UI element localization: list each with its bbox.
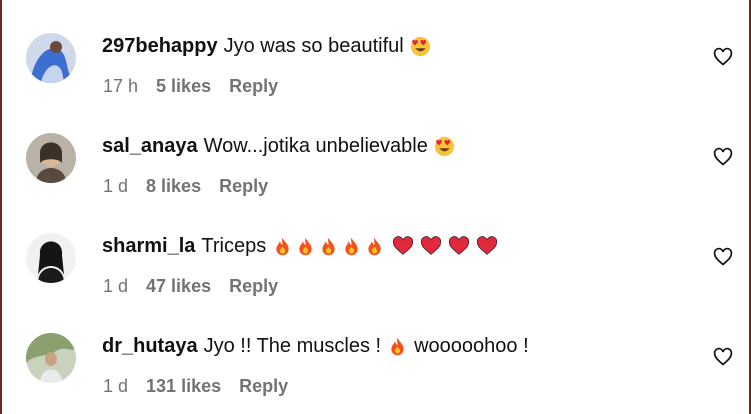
heart-eyes-icon [434,136,455,157]
likes-count[interactable]: 47 likes [146,276,211,297]
heart-outline-icon[interactable] [713,147,733,167]
reply-button[interactable]: Reply [229,76,278,97]
fire-icon [318,236,339,257]
timestamp: 17 h [103,76,139,96]
timestamp: 1 d [103,376,129,396]
avatar[interactable] [26,133,76,183]
fire-icon [295,236,316,257]
heart-outline-icon[interactable] [713,47,733,67]
likes-count[interactable]: 131 likes [146,376,221,397]
username[interactable]: 297behappy [102,35,218,58]
fire-icon [387,336,408,357]
comment-line: sal_anaya Wow...jotika unbelievable [102,135,457,158]
comment-meta: 1 d 8 likes Reply [103,176,268,197]
comment-meta: 17 h 5 likes Reply [103,76,278,97]
likes-count[interactable]: 8 likes [146,176,201,197]
reply-button[interactable]: Reply [239,376,288,397]
red-heart-icon [475,236,498,257]
comment-meta: 1 d 131 likes Reply [103,376,288,397]
timestamp: 1 d [103,176,129,196]
comment-item: 297behappy Jyo was so beautiful 17 h 5 l… [2,33,749,133]
fire-icon [364,236,385,257]
heart-outline-icon[interactable] [713,347,733,367]
reply-button[interactable]: Reply [219,176,268,197]
comment-line: dr_hutaya Jyo !! The muscles ! wooooohoo… [102,335,535,358]
comment-text: Triceps [201,235,267,257]
fire-icon [341,236,362,257]
comment-text-after: wooooohoo ! [414,335,529,357]
heart-outline-icon[interactable] [713,247,733,267]
comment-line: 297behappy Jyo was so beautiful [102,35,433,58]
comment-line: sharmi_la Triceps [102,235,498,258]
username[interactable]: dr_hutaya [102,335,198,358]
avatar[interactable] [26,333,76,383]
comments-panel: 297behappy Jyo was so beautiful 17 h 5 l… [0,0,751,414]
comment-text: Jyo !! The muscles ! [203,335,382,357]
reply-button[interactable]: Reply [229,276,278,297]
likes-count[interactable]: 5 likes [156,76,211,97]
avatar[interactable] [26,33,76,83]
comment-item: dr_hutaya Jyo !! The muscles ! wooooohoo… [2,333,749,414]
comment-meta: 1 d 47 likes Reply [103,276,278,297]
comment-item: sal_anaya Wow...jotika unbelievable 1 d … [2,133,749,233]
comment-item: sharmi_la Triceps 1 d 47 likes Reply [2,233,749,333]
timestamp: 1 d [103,276,129,296]
red-heart-icon [447,236,470,257]
fire-icon [272,236,293,257]
red-heart-icon [419,236,442,257]
username[interactable]: sharmi_la [102,235,195,258]
comment-text: Jyo was so beautiful [223,35,404,57]
username[interactable]: sal_anaya [102,135,198,158]
red-heart-icon [391,236,414,257]
heart-eyes-icon [410,36,431,57]
avatar[interactable] [26,233,76,283]
comment-text: Wow...jotika unbelievable [203,135,428,157]
